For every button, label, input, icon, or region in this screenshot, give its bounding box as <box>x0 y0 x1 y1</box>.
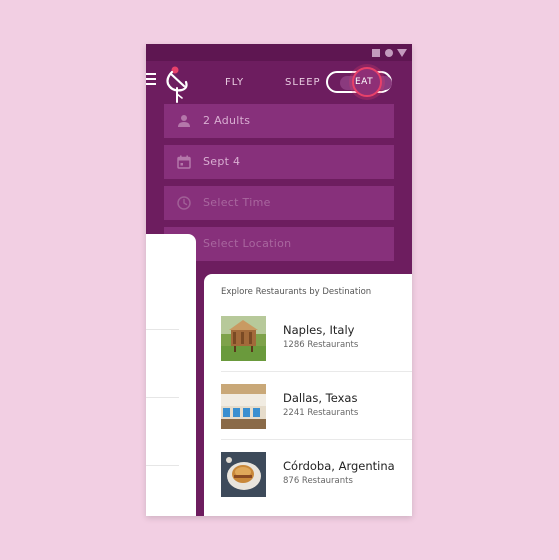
destination-count: 1286 Restaurants <box>283 340 359 350</box>
phone-screen: FLY SLEEP EAT 2 Adults Sept 4 Select Tim… <box>146 44 412 516</box>
cordoba-thumbnail <box>221 452 266 497</box>
dallas-thumbnail <box>221 384 266 429</box>
tab-sleep[interactable]: SLEEP <box>285 77 321 88</box>
destination-count: 2241 Restaurants <box>283 408 359 418</box>
triangle-icon <box>397 49 407 57</box>
previous-card[interactable] <box>146 234 196 516</box>
destination-name: Naples, Italy <box>283 323 355 337</box>
card-title: Explore Restaurants by Destination <box>221 287 372 297</box>
clock-icon <box>177 196 191 210</box>
date-field[interactable]: Sept 4 <box>164 145 394 179</box>
person-icon <box>178 115 190 127</box>
destination-count: 876 Restaurants <box>283 476 353 486</box>
time-placeholder: Select Time <box>203 196 271 209</box>
location-placeholder: Select Location <box>203 237 292 250</box>
destination-name: Córdoba, Argentina <box>283 459 395 473</box>
destination-row-cordoba[interactable]: Córdoba, Argentina 876 Restaurants <box>204 440 412 506</box>
destination-row-dallas[interactable]: Dallas, Texas 2241 Restaurants <box>204 372 412 438</box>
adults-value: 2 Adults <box>203 114 251 127</box>
time-field[interactable]: Select Time <box>164 186 394 220</box>
location-field[interactable]: Select Location <box>164 227 394 261</box>
square-icon <box>372 49 380 57</box>
divider <box>146 329 179 330</box>
date-value: Sept 4 <box>203 155 241 168</box>
toggle-label: EAT <box>355 77 374 87</box>
circle-icon <box>385 49 393 57</box>
divider <box>146 397 179 398</box>
naples-thumbnail <box>221 316 266 361</box>
divider <box>146 465 179 466</box>
explore-card: Explore Restaurants by Destination Naple… <box>204 274 412 516</box>
menu-icon[interactable] <box>146 73 156 85</box>
status-bar <box>146 44 412 61</box>
calendar-icon <box>177 155 191 169</box>
flamingo-logo-icon <box>162 64 194 104</box>
eat-toggle[interactable]: EAT <box>326 67 392 97</box>
adults-field[interactable]: 2 Adults <box>164 104 394 138</box>
destination-name: Dallas, Texas <box>283 391 358 405</box>
tab-fly[interactable]: FLY <box>225 77 244 88</box>
destination-row-naples[interactable]: Naples, Italy 1286 Restaurants <box>204 304 412 370</box>
